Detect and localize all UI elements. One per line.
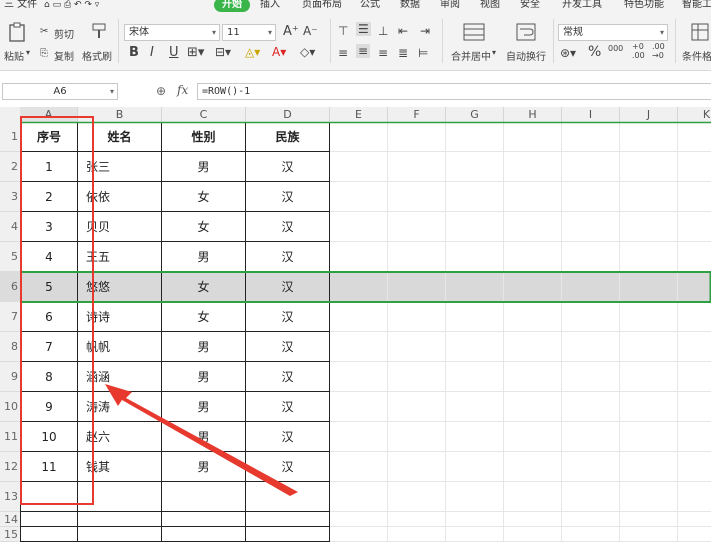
row-header[interactable]: 10	[0, 392, 20, 422]
row-header[interactable]: 2	[0, 152, 20, 182]
selected-row-border	[19, 271, 711, 303]
row-header[interactable]: 5	[0, 242, 20, 272]
row-header[interactable]: 12	[0, 452, 20, 482]
row-header[interactable]: 15	[0, 527, 20, 542]
row-header[interactable]: 14	[0, 512, 20, 527]
row-header[interactable]: 9	[0, 362, 20, 392]
row-header[interactable]: 7	[0, 302, 20, 332]
row-header[interactable]: 8	[0, 332, 20, 362]
row-header[interactable]: 3	[0, 182, 20, 212]
annotation-overlay	[19, 116, 711, 505]
annotation-arrow	[105, 384, 298, 496]
annotation-highlight-box	[20, 116, 94, 505]
row-header[interactable]: 13	[0, 482, 20, 512]
row-header[interactable]: 1	[0, 122, 20, 152]
row-header[interactable]: 4	[0, 212, 20, 242]
row-header[interactable]: 11	[0, 422, 20, 452]
row-header[interactable]: 6	[0, 272, 20, 302]
